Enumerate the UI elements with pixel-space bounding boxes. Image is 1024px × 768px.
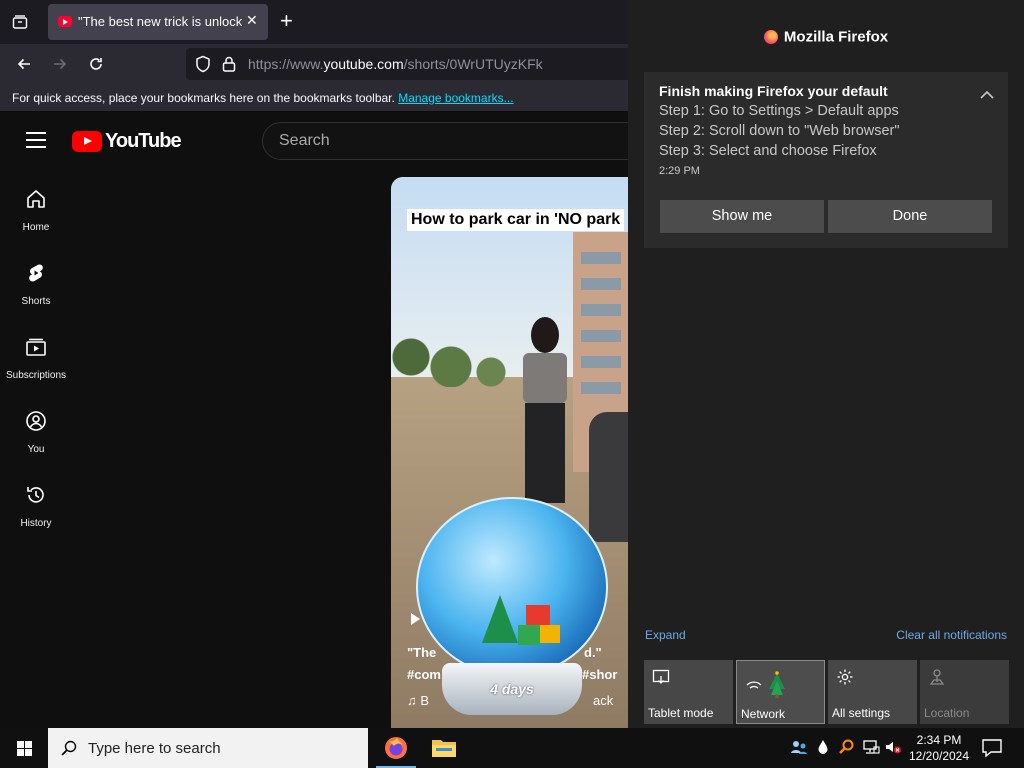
firefox-logo-icon — [763, 29, 778, 44]
video-frame-person — [509, 317, 579, 517]
app-name: Mozilla Firefox — [783, 28, 889, 46]
search-icon — [61, 740, 77, 756]
youtube-favicon-icon — [58, 16, 72, 27]
snow-globe-glass — [416, 497, 608, 677]
notification-line: Step 3: Select and choose Firefox — [659, 143, 877, 159]
sidebar-item-label: Home — [22, 222, 50, 233]
bookmarks-toolbar: For quick access, place your bookmarks h… — [0, 84, 628, 112]
expand-link[interactable]: Expand — [645, 628, 686, 642]
home-icon — [27, 190, 45, 208]
youtube-sidebar: Home Shorts Subscriptions You History — [0, 176, 72, 546]
notification-card[interactable]: Finish making Firefox your default Step … — [644, 72, 1008, 248]
forward-button[interactable] — [48, 52, 72, 76]
quick-action-label: Location — [924, 706, 970, 720]
quick-action-label: Tablet mode — [648, 706, 714, 720]
youtube-play-logo-icon — [72, 130, 102, 152]
address-bar[interactable]: https://www.youtube.com/shorts/0WrUTUyzK… — [186, 48, 628, 80]
video-caption-overlay: How to park car in 'NO park — [407, 209, 625, 231]
youtube-logo[interactable]: YouTube — [72, 129, 182, 152]
sidebar-item-home[interactable]: Home — [0, 176, 72, 250]
christmas-tree-icon — [482, 595, 518, 643]
action-center-panel: Mozilla Firefox Finish making Firefox yo… — [628, 0, 1024, 728]
notification-line: Step 1: Go to Settings > Default apps — [659, 103, 899, 119]
tracking-protection-shield-icon[interactable] — [194, 55, 212, 73]
taskbar-file-explorer[interactable] — [420, 728, 468, 768]
notification-time: 2:29 PM — [659, 165, 700, 177]
taskbar-firefox[interactable] — [372, 728, 420, 768]
browser-tab[interactable]: "The best new trick is unlocked ✕ — [48, 4, 268, 40]
taskbar: 2:34 PM 12/20/2024 — [0, 728, 1024, 768]
quick-action-tablet-mode[interactable]: Tablet mode — [644, 660, 733, 724]
youtube-search-input[interactable] — [279, 131, 619, 151]
nav-bar: https://www.youtube.com/shorts/0WrUTUyzK… — [0, 44, 628, 84]
video-frame-trees — [391, 317, 511, 387]
notification-title: Finish making Firefox your default — [659, 83, 888, 99]
reload-button[interactable] — [84, 52, 108, 76]
magnifier-tray-icon[interactable] — [838, 738, 856, 756]
sidebar-item-label: History — [20, 518, 52, 529]
taskbar-search-input[interactable] — [88, 738, 358, 758]
gift-icon — [518, 625, 540, 645]
history-icon — [27, 487, 44, 503]
clear-all-notifications-link[interactable]: Clear all notifications — [896, 628, 1007, 642]
start-button[interactable] — [0, 728, 48, 768]
user-circle-icon — [26, 411, 46, 431]
gift-icon — [540, 625, 560, 643]
people-tray-icon[interactable] — [790, 738, 808, 756]
quick-action-location[interactable]: Location — [920, 660, 1009, 724]
close-tab-icon[interactable]: ✕ — [246, 12, 258, 29]
sidebar-item-shorts[interactable]: Shorts — [0, 250, 72, 324]
notification-app-header: Mozilla Firefox — [628, 28, 1024, 50]
gift-icon — [526, 605, 550, 627]
new-tab-button[interactable]: + — [280, 8, 293, 34]
firefox-icon — [385, 737, 407, 759]
gear-icon — [837, 669, 853, 685]
show-me-button[interactable]: Show me — [660, 200, 824, 233]
network-tray-icon[interactable] — [862, 738, 880, 756]
snow-globe-countdown-widget[interactable]: 4 days — [414, 497, 610, 719]
location-icon — [929, 669, 945, 685]
sidebar-item-you[interactable]: You — [0, 398, 72, 472]
folder-icon — [432, 740, 456, 757]
quick-action-label: Network — [741, 707, 786, 721]
tab-bar: "The best new trick is unlocked ✕ + — [0, 0, 628, 44]
quick-action-network[interactable]: Network — [736, 660, 825, 724]
taskbar-clock[interactable]: 2:34 PM 12/20/2024 — [906, 732, 972, 764]
action-center-notification-icon[interactable] — [978, 734, 1006, 762]
lock-icon[interactable] — [220, 55, 238, 73]
menu-icon[interactable] — [26, 132, 46, 148]
sidebar-item-subscriptions[interactable]: Subscriptions — [0, 324, 72, 398]
quick-action-label: All settings — [832, 706, 891, 720]
youtube-search-box[interactable] — [262, 122, 628, 160]
shorts-icon — [29, 264, 43, 282]
list-all-tabs-icon[interactable] — [10, 12, 30, 32]
windows-logo-icon — [17, 741, 24, 748]
volume-muted-tray-icon[interactable] — [884, 738, 902, 756]
network-icon — [746, 671, 785, 698]
tab-title: "The best new trick is unlocked — [78, 14, 242, 29]
sidebar-item-label: Shorts — [21, 296, 51, 307]
clock-time: 2:34 PM — [916, 733, 962, 747]
youtube-wordmark: YouTube — [105, 129, 182, 152]
url-text: https://www.youtube.com/shorts/0WrUTUyzK… — [248, 56, 543, 72]
clock-date: 12/20/2024 — [908, 749, 970, 763]
sidebar-item-history[interactable]: History — [0, 472, 72, 546]
done-button[interactable]: Done — [828, 200, 992, 233]
quick-action-all-settings[interactable]: All settings — [828, 660, 917, 724]
sidebar-item-label: Subscriptions — [5, 370, 67, 381]
chevron-up-icon[interactable] — [980, 90, 994, 100]
back-button[interactable] — [12, 52, 36, 76]
notification-line: Step 2: Scroll down to "Web browser" — [659, 123, 900, 139]
subscriptions-icon — [26, 338, 46, 356]
manage-bookmarks-link[interactable]: Manage bookmarks... — [398, 91, 513, 105]
countdown-label: 4 days — [490, 681, 534, 697]
bookmarks-message: For quick access, place your bookmarks h… — [12, 91, 514, 105]
taskbar-search-box[interactable] — [48, 728, 368, 768]
sidebar-item-label: You — [27, 444, 45, 455]
droplet-tray-icon[interactable] — [814, 738, 832, 756]
tablet-icon — [652, 669, 670, 684]
